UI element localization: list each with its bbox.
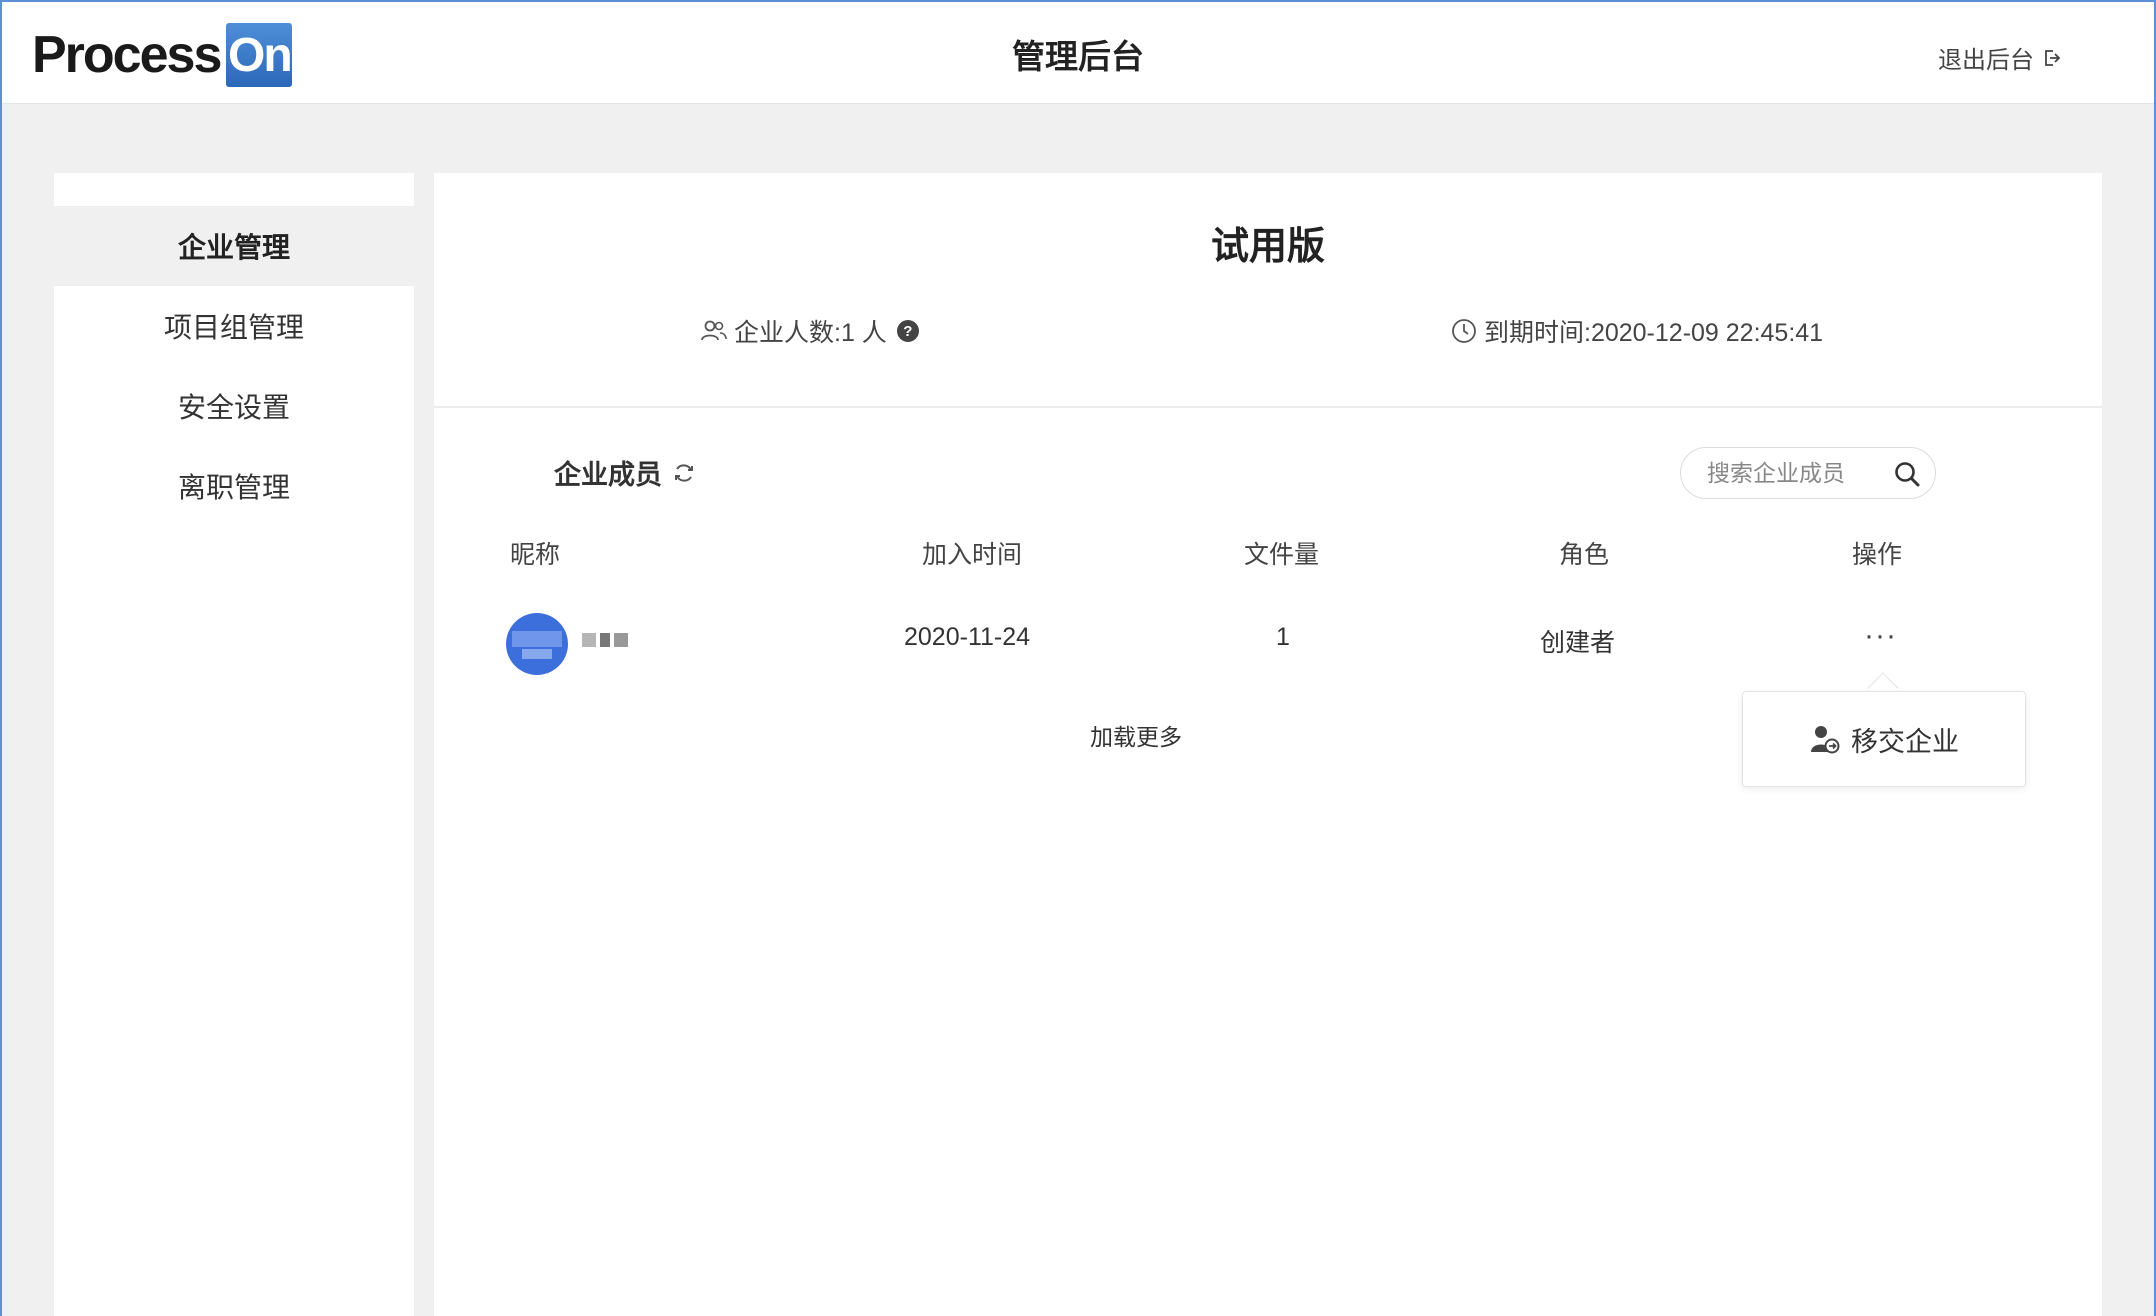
- action-popover-item-transfer[interactable]: 移交企业: [1742, 691, 2026, 787]
- load-more-button[interactable]: 加载更多: [434, 718, 1838, 752]
- column-header-join-time: 加入时间: [922, 541, 1023, 569]
- join-date-cell: 2020-11-24: [904, 623, 1031, 651]
- section-divider: [434, 406, 2102, 408]
- avatar: [506, 613, 568, 675]
- help-icon[interactable]: ?: [896, 320, 919, 342]
- main-panel: 试用版 企业人数:1 人 ? 到期时间:2020-12-09 22:45:41 …: [434, 173, 2102, 1316]
- page-title: 管理后台: [1012, 38, 1144, 75]
- clock-icon: [1452, 319, 1476, 343]
- member-count-label: 企业人数:1 人: [734, 319, 887, 347]
- top-header: Process On 管理后台 退出后台: [2, 2, 2154, 104]
- sidebar-top-strip: [54, 173, 414, 206]
- file-count-cell: 1: [1276, 623, 1290, 651]
- sidebar-item-security-settings[interactable]: 安全设置: [54, 366, 414, 446]
- member-count-stat: 企业人数:1 人 ?: [700, 313, 919, 349]
- sidebar-item-project-group-management[interactable]: 项目组管理: [54, 286, 414, 366]
- plan-title: 试用版: [1210, 226, 1325, 268]
- nickname-blurred: [582, 629, 632, 651]
- transfer-user-icon: [1811, 726, 1840, 754]
- users-icon: [701, 320, 727, 341]
- column-header-action: 操作: [1852, 541, 1903, 569]
- logout-label: 退出后台: [1938, 47, 2034, 74]
- more-actions-button[interactable]: ···: [1864, 619, 1897, 653]
- logout-button[interactable]: 退出后台: [1938, 40, 2062, 75]
- expire-time-stat: 到期时间:2020-12-09 22:45:41: [1450, 313, 1823, 349]
- member-search-box: [1680, 447, 1936, 499]
- search-icon[interactable]: [1893, 460, 1921, 488]
- sidebar-item-resignation-management[interactable]: 离职管理: [54, 446, 414, 526]
- exit-icon: [2045, 49, 2061, 66]
- column-header-file-count: 文件量: [1244, 541, 1320, 569]
- role-cell: 创建者: [1540, 629, 1616, 657]
- members-title-label: 企业成员: [554, 460, 662, 490]
- sidebar-item-enterprise-management[interactable]: 企业管理: [54, 206, 414, 286]
- sidebar: 企业管理 项目组管理 安全设置 离职管理: [54, 173, 414, 1316]
- refresh-icon[interactable]: [672, 461, 696, 485]
- member-search-input[interactable]: [1707, 459, 1887, 487]
- column-header-nickname: 昵称: [510, 541, 561, 569]
- transfer-enterprise-label: 移交企业: [1851, 726, 1959, 757]
- members-section-title: 企业成员: [554, 453, 696, 492]
- column-header-role: 角色: [1559, 541, 1610, 569]
- expire-time-label: 到期时间:2020-12-09 22:45:41: [1484, 319, 1824, 347]
